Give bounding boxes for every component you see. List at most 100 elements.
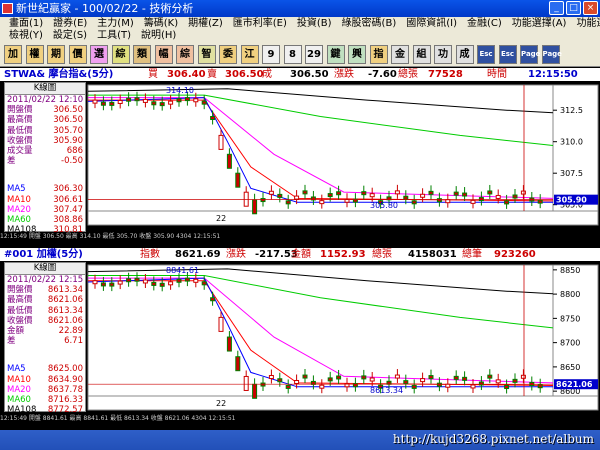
- info-row-value: 8621.06: [47, 315, 83, 326]
- sell-label: 賣: [207, 69, 217, 80]
- candlestick: [336, 191, 342, 196]
- candlestick: [218, 134, 224, 150]
- info-title: K線圖: [5, 263, 85, 275]
- watermark: http://kujd3268.pixnet.net/album: [392, 432, 594, 446]
- menu-item[interactable]: 籌碼(K): [139, 18, 183, 30]
- candlestick: [285, 384, 291, 389]
- y-tick-label: 8650: [560, 363, 580, 372]
- ma-row: MA20 8637.78: [5, 385, 85, 395]
- toolbar-button[interactable]: 江: [240, 45, 259, 64]
- candlestick: [159, 282, 165, 287]
- menu-item[interactable]: 工具(T): [92, 30, 136, 42]
- info-row-label: 差: [7, 156, 16, 167]
- y-axis-area: [552, 264, 599, 397]
- toolbar-button[interactable]: 指: [369, 45, 388, 64]
- candlestick: [142, 279, 148, 284]
- candlestick: [520, 374, 526, 379]
- menu-item[interactable]: 投資(B): [292, 18, 337, 30]
- toolbar-button[interactable]: Esc: [477, 45, 495, 64]
- info-row: 收盤價 305.90: [5, 136, 85, 146]
- toolbar-button[interactable]: 權: [25, 45, 44, 64]
- toolbar-button[interactable]: 綜: [176, 45, 194, 64]
- candlestick: [445, 199, 451, 204]
- toolbar-button[interactable]: 金: [391, 45, 409, 64]
- ma-value: 8716.33: [47, 395, 83, 406]
- menu-item[interactable]: 匯市利率(E): [228, 18, 292, 30]
- toolbar-button[interactable]: 興: [348, 45, 366, 64]
- candlestick: [193, 278, 199, 283]
- y-tick-label: 307.5: [560, 169, 583, 178]
- candlestick-chart-2[interactable]: 8850880087508700865086008841.618613.3486…: [0, 261, 600, 416]
- candlestick: [470, 199, 476, 204]
- candlestick-chart-1[interactable]: 312.5310.0307.5305.0314.10305.80305.9022: [0, 81, 600, 231]
- toolbar-button[interactable]: 價: [68, 45, 87, 64]
- candlestick: [260, 198, 266, 203]
- plot-area: [87, 84, 554, 212]
- candlestick: [100, 282, 106, 287]
- candlestick: [176, 98, 182, 103]
- menu-item[interactable]: 國際資訊(I): [401, 18, 462, 30]
- candlestick: [235, 172, 241, 188]
- info-row: 開盤價 8613.34: [5, 285, 85, 295]
- candlestick: [394, 374, 400, 379]
- toolbar-button[interactable]: 類: [133, 45, 151, 64]
- toolbar-button[interactable]: 選: [90, 45, 108, 64]
- toolbar-button[interactable]: 委: [219, 45, 237, 64]
- ma-label: MA60: [7, 215, 31, 226]
- status-line-2: 12:15:49 開盤 8841.61 最高 8841.61 最低 8613.3…: [0, 414, 600, 424]
- candlestick: [428, 190, 434, 195]
- toolbar-button[interactable]: 8: [283, 45, 302, 64]
- candlestick: [495, 194, 501, 199]
- toolbar-button[interactable]: Page: [520, 45, 540, 64]
- candlestick: [504, 385, 510, 390]
- candlestick: [134, 97, 140, 102]
- toolbar-button[interactable]: 綜: [111, 45, 130, 64]
- menu-item[interactable]: 金融(C): [462, 18, 507, 30]
- info-row-value: 6.71: [64, 336, 83, 347]
- toolbar-button[interactable]: 期: [47, 45, 65, 64]
- minimize-button[interactable]: _: [549, 1, 564, 15]
- toolbar-button[interactable]: 幅: [154, 45, 173, 64]
- toolbar-button[interactable]: Esc: [498, 45, 517, 64]
- ma-row: MA60 308.86: [5, 215, 85, 225]
- toolbar-button[interactable]: 組: [412, 45, 431, 64]
- close-button[interactable]: ×: [583, 1, 598, 15]
- menu-item[interactable]: 設定(S): [48, 30, 92, 42]
- info-row-value: 686: [66, 146, 83, 157]
- candlestick: [193, 98, 199, 103]
- candlestick: [168, 281, 174, 286]
- info-row: 成交量 686: [5, 146, 85, 156]
- toolbar-button[interactable]: 加: [4, 45, 22, 64]
- ma-label: MA10: [7, 194, 31, 205]
- buy-label: 買: [148, 69, 158, 80]
- date-label: 22: [216, 214, 226, 223]
- deal-price: 306.50: [290, 69, 329, 80]
- toolbar-button[interactable]: 成: [455, 45, 474, 64]
- info-title: K線圖: [5, 83, 85, 95]
- toolbar-button[interactable]: 功: [434, 45, 452, 64]
- info-panel-1: K線圖 2011/02/22 12:10 開盤價 306.50 最高價 306.50 最低價…: [4, 82, 86, 235]
- menu-item[interactable]: 檢視(Y): [4, 30, 48, 42]
- info-row-value: 22.89: [58, 326, 83, 337]
- toolbar-button[interactable]: 智: [197, 45, 216, 64]
- menu-item[interactable]: 期權(Z): [183, 18, 228, 30]
- quote-header-2: #001 加權(5分) 指數 8621.69 漲跌 -217.53 金額 115…: [0, 248, 600, 261]
- toolbar-button[interactable]: Page: [541, 45, 562, 64]
- candlestick: [327, 377, 333, 382]
- amount-label: 金額: [291, 249, 311, 260]
- menu-item[interactable]: 主力(M): [92, 18, 138, 30]
- menu-item[interactable]: 功能選擇(A): [507, 18, 572, 30]
- menu-item[interactable]: 證券(E): [48, 18, 92, 30]
- candlestick: [126, 278, 132, 283]
- menu-item[interactable]: 功能選擇(F): [571, 18, 600, 30]
- menu-item[interactable]: 說明(H): [136, 30, 181, 42]
- menu-item[interactable]: 綠股密碼(B): [337, 18, 402, 30]
- amount-value: 1152.93: [320, 249, 366, 260]
- toolbar-button[interactable]: 9: [262, 45, 280, 64]
- candlestick: [294, 195, 300, 200]
- toolbar-button[interactable]: 鍵: [326, 45, 345, 64]
- menu-item[interactable]: 畫面(1): [4, 18, 48, 30]
- candlestick: [176, 278, 182, 283]
- toolbar-button[interactable]: 29: [305, 45, 323, 64]
- maximize-button[interactable]: □: [566, 1, 581, 15]
